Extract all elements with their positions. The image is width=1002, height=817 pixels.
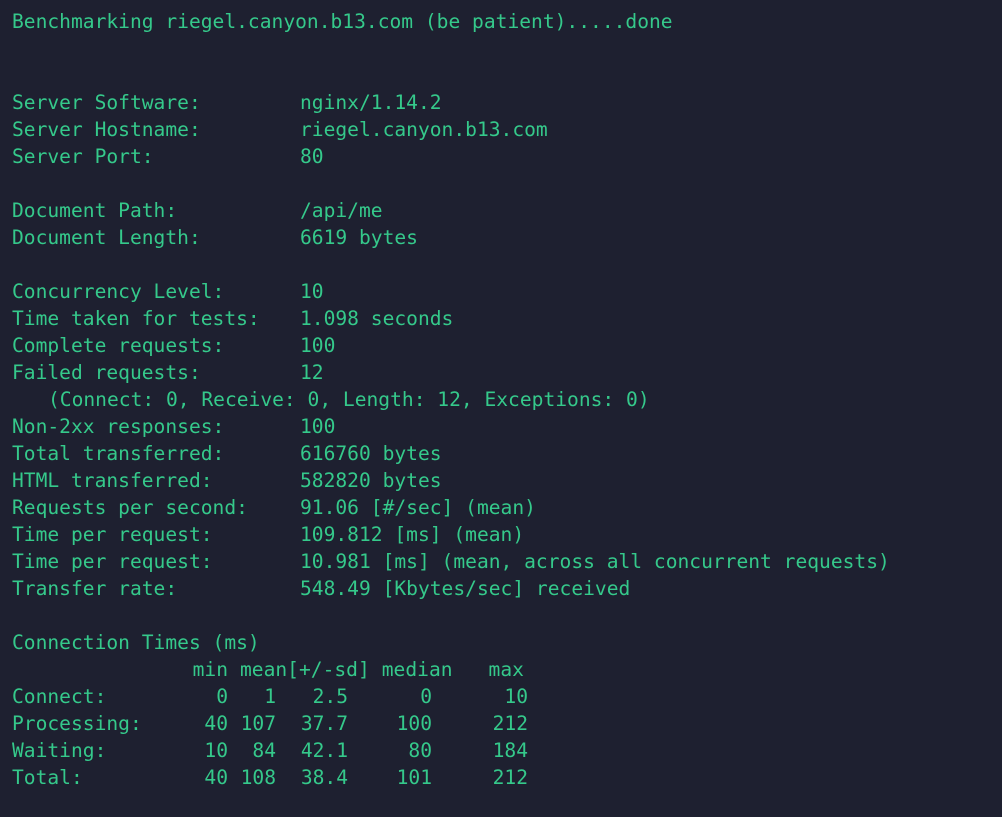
cell-median: 0 bbox=[420, 685, 432, 708]
header-mean-sd: mean[+/-sd] bbox=[240, 658, 370, 681]
cell-min: 10 bbox=[204, 739, 228, 762]
header-max: max bbox=[488, 658, 524, 681]
row-key: Document Length: bbox=[12, 226, 201, 249]
concurrency-row: Concurrency Level: 10 bbox=[12, 278, 1002, 305]
row-label: Processing: bbox=[12, 712, 142, 735]
cell-min: 40 bbox=[204, 766, 228, 789]
cell-max: 212 bbox=[492, 712, 528, 735]
row-key: Non-2xx responses: bbox=[12, 415, 225, 438]
time-per-request-row: Time per request: 109.812 [ms] (mean) bbox=[12, 521, 1002, 548]
connection-times-row: Processing: 40 107 37.7 100 212 bbox=[12, 710, 1002, 737]
cell-sd: 2.5 bbox=[312, 685, 348, 708]
row-value: 1.098 seconds bbox=[300, 307, 454, 330]
complete-requests-row: Complete requests: 100 bbox=[12, 332, 1002, 359]
failed-requests-row: Failed requests: 12 bbox=[12, 359, 1002, 386]
failed-detail-row: (Connect: 0, Receive: 0, Length: 12, Exc… bbox=[48, 388, 650, 411]
cell-median: 100 bbox=[396, 712, 432, 735]
row-value: 10 bbox=[300, 280, 324, 303]
cell-max: 10 bbox=[504, 685, 528, 708]
server-port-row: Server Port: 80 bbox=[12, 143, 1002, 170]
row-key: Total transferred: bbox=[12, 442, 225, 465]
row-key: Server Software: bbox=[12, 91, 201, 114]
cell-median: 101 bbox=[396, 766, 432, 789]
row-value: /api/me bbox=[300, 199, 383, 222]
row-key: Time taken for tests: bbox=[12, 307, 260, 330]
row-value: 100 bbox=[300, 415, 336, 438]
row-value: riegel.canyon.b13.com bbox=[300, 118, 548, 141]
header-min: min bbox=[192, 658, 228, 681]
cell-min: 40 bbox=[204, 712, 228, 735]
cell-min: 0 bbox=[216, 685, 228, 708]
row-value: 91.06 [#/sec] (mean) bbox=[300, 496, 536, 519]
cell-mean: 108 bbox=[240, 766, 276, 789]
row-key: Server Hostname: bbox=[12, 118, 201, 141]
connection-times-row: Connect: 0 1 2.5 0 10 bbox=[12, 683, 1002, 710]
cell-max: 184 bbox=[492, 739, 528, 762]
cell-mean: 1 bbox=[264, 685, 276, 708]
non-2xx-row: Non-2xx responses: 100 bbox=[12, 413, 1002, 440]
cell-sd: 37.7 bbox=[300, 712, 348, 735]
requests-per-second-row: Requests per second: 91.06 [#/sec] (mean) bbox=[12, 494, 1002, 521]
row-value: 80 bbox=[300, 145, 324, 168]
benchmark-banner: Benchmarking riegel.canyon.b13.com (be p… bbox=[12, 10, 673, 33]
row-key: Time per request: bbox=[12, 523, 213, 546]
cell-median: 80 bbox=[408, 739, 432, 762]
row-label: Total: bbox=[12, 766, 83, 789]
cell-mean: 107 bbox=[240, 712, 276, 735]
row-key: Document Path: bbox=[12, 199, 178, 222]
document-length-row: Document Length: 6619 bytes bbox=[12, 224, 1002, 251]
row-key: Server Port: bbox=[12, 145, 154, 168]
terminal-window[interactable]: Benchmarking riegel.canyon.b13.com (be p… bbox=[0, 0, 1002, 817]
server-software-row: Server Software: nginx/1.14.2 bbox=[12, 89, 1002, 116]
cell-sd: 42.1 bbox=[300, 739, 348, 762]
connection-times-header: min mean[+/-sd] median max bbox=[12, 656, 1002, 683]
row-key: Time per request: bbox=[12, 550, 213, 573]
row-key: Failed requests: bbox=[12, 361, 201, 384]
cell-mean: 84 bbox=[252, 739, 276, 762]
row-value: 6619 bytes bbox=[300, 226, 418, 249]
transfer-rate-row: Transfer rate: 548.49 [Kbytes/sec] receiv… bbox=[12, 575, 1002, 602]
html-transferred-row: HTML transferred: 582820 bytes bbox=[12, 467, 1002, 494]
row-key: HTML transferred: bbox=[12, 469, 213, 492]
connection-times-row: Total: 40 108 38.4 101 212 bbox=[12, 764, 1002, 791]
row-value: 109.812 [ms] (mean) bbox=[300, 523, 525, 546]
row-key: Complete requests: bbox=[12, 334, 225, 357]
row-value: nginx/1.14.2 bbox=[300, 91, 442, 114]
row-value: 100 bbox=[300, 334, 336, 357]
document-path-row: Document Path: /api/me bbox=[12, 197, 1002, 224]
total-transferred-row: Total transferred: 616760 bytes bbox=[12, 440, 1002, 467]
row-value: 10.981 [ms] (mean, across all concurrent… bbox=[300, 550, 890, 573]
row-key: Transfer rate: bbox=[12, 577, 178, 600]
header-median: median bbox=[381, 658, 453, 681]
time-per-request-concurrent-row: Time per request: 10.981 [ms] (mean, acro… bbox=[12, 548, 1002, 575]
row-key: Concurrency Level: bbox=[12, 280, 225, 303]
row-value: 582820 bytes bbox=[300, 469, 442, 492]
connection-times-title: Connection Times (ms) bbox=[12, 631, 260, 654]
row-key: Requests per second: bbox=[12, 496, 248, 519]
server-hostname-row: Server Hostname: riegel.canyon.b13.com bbox=[12, 116, 1002, 143]
row-label: Waiting: bbox=[12, 739, 107, 762]
row-value: 616760 bytes bbox=[300, 442, 442, 465]
cell-sd: 38.4 bbox=[300, 766, 348, 789]
row-label: Connect: bbox=[12, 685, 107, 708]
cell-max: 212 bbox=[492, 766, 528, 789]
row-value: 12 bbox=[300, 361, 324, 384]
time-taken-row: Time taken for tests: 1.098 seconds bbox=[12, 305, 1002, 332]
row-value: 548.49 [Kbytes/sec] received bbox=[300, 577, 631, 600]
connection-times-row: Waiting: 10 84 42.1 80 184 bbox=[12, 737, 1002, 764]
